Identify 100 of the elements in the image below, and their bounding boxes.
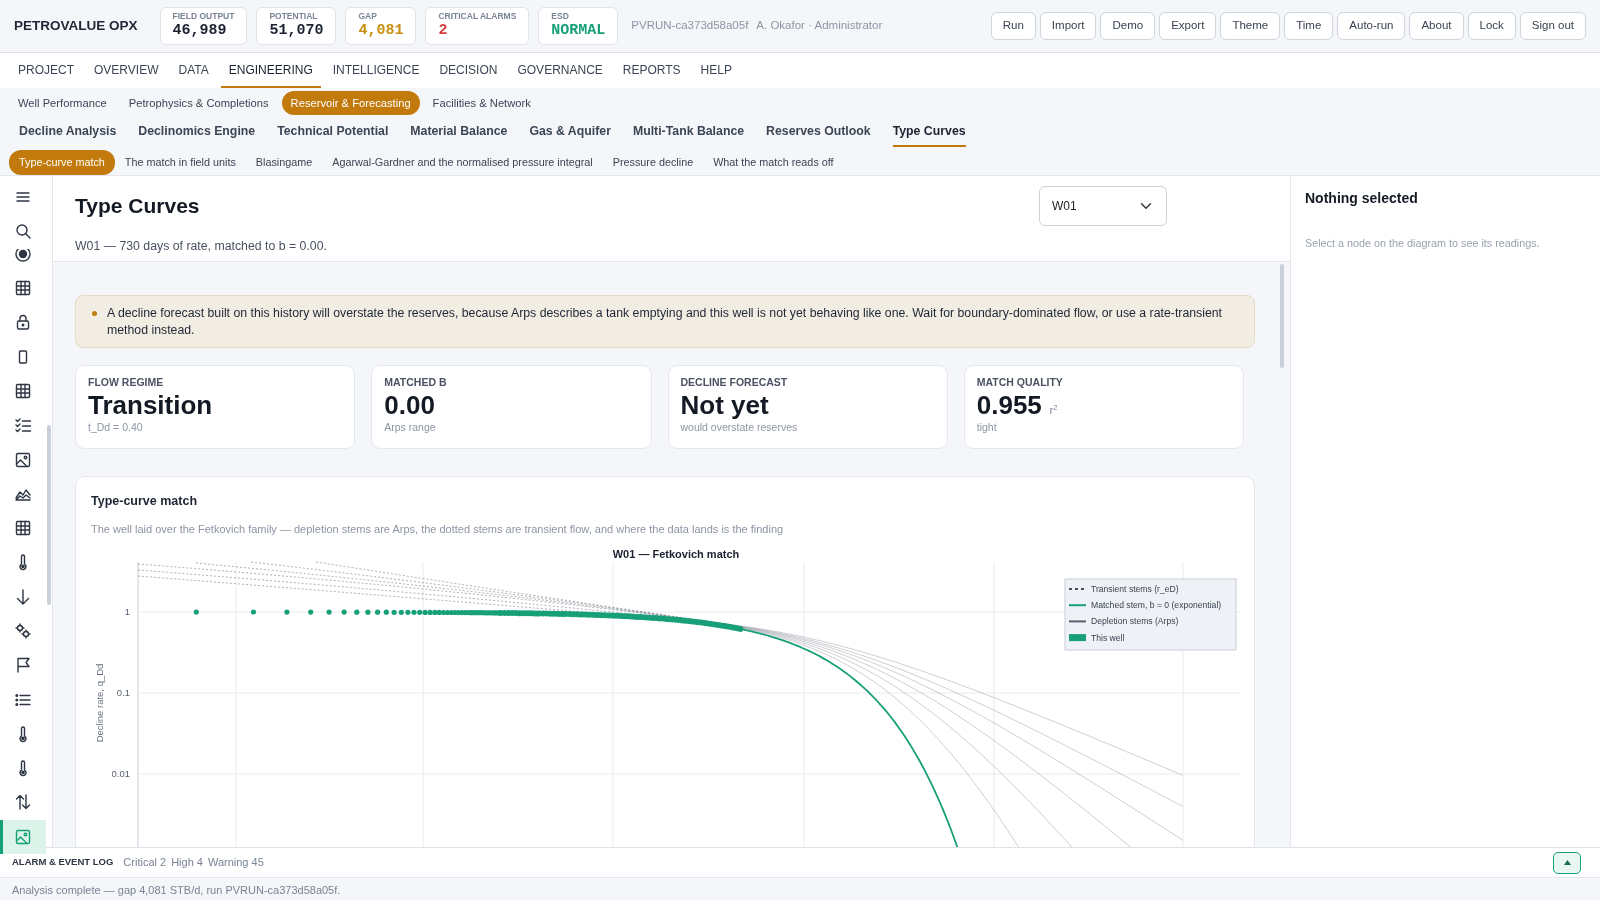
status-text: Analysis complete — gap 4,081 STB/d, run PVRUN-ca373d58a05f. (11, 883, 342, 898)
nav-tab[interactable]: OVERVIEW (86, 53, 167, 88)
kpi-label: ESD (551, 11, 570, 23)
nav-tab[interactable]: PROJECT (10, 53, 82, 88)
data-point (193, 609, 199, 616)
metric-label: FLOW REGIME (88, 375, 165, 391)
kpi-value: NORMAL (551, 22, 606, 40)
toolbar-button[interactable]: Run (990, 12, 1036, 40)
page-tab[interactable]: Type Curves (892, 121, 966, 147)
legend-label: Depletion stems (Arps) (1091, 616, 1179, 627)
data-point (375, 610, 381, 616)
data-point (250, 609, 257, 616)
kpi-value: 51,070 (269, 22, 324, 40)
data-point (365, 610, 371, 616)
panel-title: Nothing selected (1305, 189, 1419, 208)
metric-value: Transition (88, 390, 213, 421)
checklist-icon (14, 416, 32, 435)
expand-button[interactable] (1553, 851, 1581, 874)
toolbar-button[interactable]: Lock (1467, 12, 1516, 40)
axis-title: Decline rate, q_Dd (94, 664, 105, 743)
search-icon (14, 222, 32, 241)
view-tab[interactable]: Blasingame (245, 150, 323, 175)
bullet-icon (92, 311, 97, 316)
section-tab[interactable]: Petrophysics & Completions (119, 90, 278, 116)
page-tab[interactable]: Decline Analysis (19, 121, 117, 147)
page-tab[interactable]: Reserves Outlook (766, 121, 871, 147)
page-tab[interactable]: Gas & Aquifer (529, 121, 611, 147)
grid-icon (14, 279, 32, 298)
axis-tick-label: 1 (124, 606, 130, 618)
legend-label: Transient stems (r_eD) (1091, 584, 1179, 595)
data-point (326, 609, 332, 616)
section-tab[interactable]: Facilities & Network (423, 90, 540, 116)
toolbar-button[interactable]: Sign out (1519, 12, 1586, 40)
toolbar-button[interactable]: Demo (1100, 12, 1156, 40)
toolbar-button[interactable]: Import (1039, 12, 1097, 40)
metric-label: DECLINE FORECAST (680, 375, 789, 391)
alarm-count: High 4 (171, 855, 203, 871)
card-title: Type-curve match (90, 493, 199, 511)
page-tab[interactable]: Material Balance (410, 121, 508, 147)
nav-tab[interactable]: DECISION (431, 53, 506, 88)
grid-icon (14, 381, 32, 400)
metric-note: would overstate reserves (680, 420, 799, 436)
kpi-label: POTENTIAL (269, 11, 319, 23)
page-tab[interactable]: Multi-Tank Balance (632, 121, 745, 147)
data-point (284, 609, 290, 616)
data-point (308, 609, 314, 616)
image-icon (14, 450, 32, 469)
panel-hint: Select a node on the diagram to see its readings. (1305, 236, 1541, 251)
toolbar-button[interactable]: About (1409, 12, 1464, 40)
target-icon (14, 248, 32, 263)
alert-text: A decline forecast built on this history will overstate the reserves, because Arps describes a tank emptying and this well is not yet behaving like one. Wait for boundary-dominated flow, or use a rate-transient method instead. (107, 305, 1224, 339)
metric-value: 0.955 (976, 390, 1042, 421)
metric-note: Arps range (384, 420, 437, 436)
nav-tab[interactable]: DATA (170, 53, 217, 88)
page-tab[interactable]: Technical Potential (277, 121, 389, 147)
grid-icon (14, 519, 32, 538)
metric-note: tight (976, 420, 998, 436)
view-tab[interactable]: What the match reads off (703, 150, 844, 175)
alarm-count: Critical 2 (123, 855, 167, 871)
well-select[interactable]: W01 (1039, 186, 1167, 226)
legend-label: Matched stem, b = 0 (exponential) (1091, 600, 1222, 611)
view-tab[interactable]: The match in field units (114, 150, 246, 175)
image-icon (14, 827, 32, 846)
view-tab[interactable]: Agarwal-Gardner and the normalised pressure integral (322, 150, 603, 175)
up-down-arrows-icon (14, 793, 32, 812)
kpi-value: 46,989 (172, 22, 228, 40)
view-tab[interactable]: Pressure decline (602, 150, 704, 175)
data-point (341, 609, 347, 616)
axis-tick-label: 0.1 (116, 687, 130, 699)
page-tab[interactable]: Declinomics Engine (138, 121, 256, 147)
nav-tab[interactable]: INTELLIGENCE (324, 53, 428, 88)
nav-tab[interactable]: REPORTS (614, 53, 689, 88)
nav-tab[interactable]: HELP (692, 53, 740, 88)
page-subtitle: W01 — 730 days of rate, matched to b = 0.00. (75, 237, 328, 255)
card-caption: The well laid over the Fetkovich family — depletion stems are Arps, the dotted stems are transient flow, and where the data lands is the finding (90, 521, 785, 537)
metric-label: MATCHED B (384, 375, 448, 391)
kpi-label: CRITICAL ALARMS (438, 11, 517, 23)
flag-icon (14, 656, 32, 675)
section-tab[interactable]: Well Performance (9, 90, 116, 116)
nav-tab[interactable]: ENGINEERING (220, 53, 321, 88)
kpi-label: FIELD OUTPUT (172, 11, 235, 23)
brand-name: PETROVALUE OPX (14, 16, 138, 35)
kpi-value: 4,081 (358, 22, 404, 40)
toolbar-button[interactable]: Theme (1220, 12, 1281, 40)
page-title: Type Curves (75, 193, 201, 219)
run-id: PVRUN-ca373d58a05f (631, 18, 749, 34)
axis-tick-label: 0.01 (111, 768, 130, 780)
toolbar-button[interactable]: Time (1284, 12, 1334, 40)
metric-value: 0.00 (384, 390, 435, 421)
nav-tab[interactable]: GOVERNANCE (509, 53, 611, 88)
chart-title: W01 — Fetkovich match (612, 548, 740, 561)
alarm-log-title: ALARM & EVENT LOG (12, 855, 114, 870)
kpi-value: 2 (438, 22, 449, 40)
toolbar-button[interactable]: Auto-run (1337, 12, 1406, 40)
kpi-label: GAP (358, 11, 378, 23)
data-point (354, 610, 360, 616)
toolbar-button[interactable]: Export (1159, 12, 1217, 40)
legend-label: This well (1091, 633, 1125, 644)
down-arrow-icon (14, 587, 32, 606)
scrollbar[interactable] (1280, 264, 1284, 368)
